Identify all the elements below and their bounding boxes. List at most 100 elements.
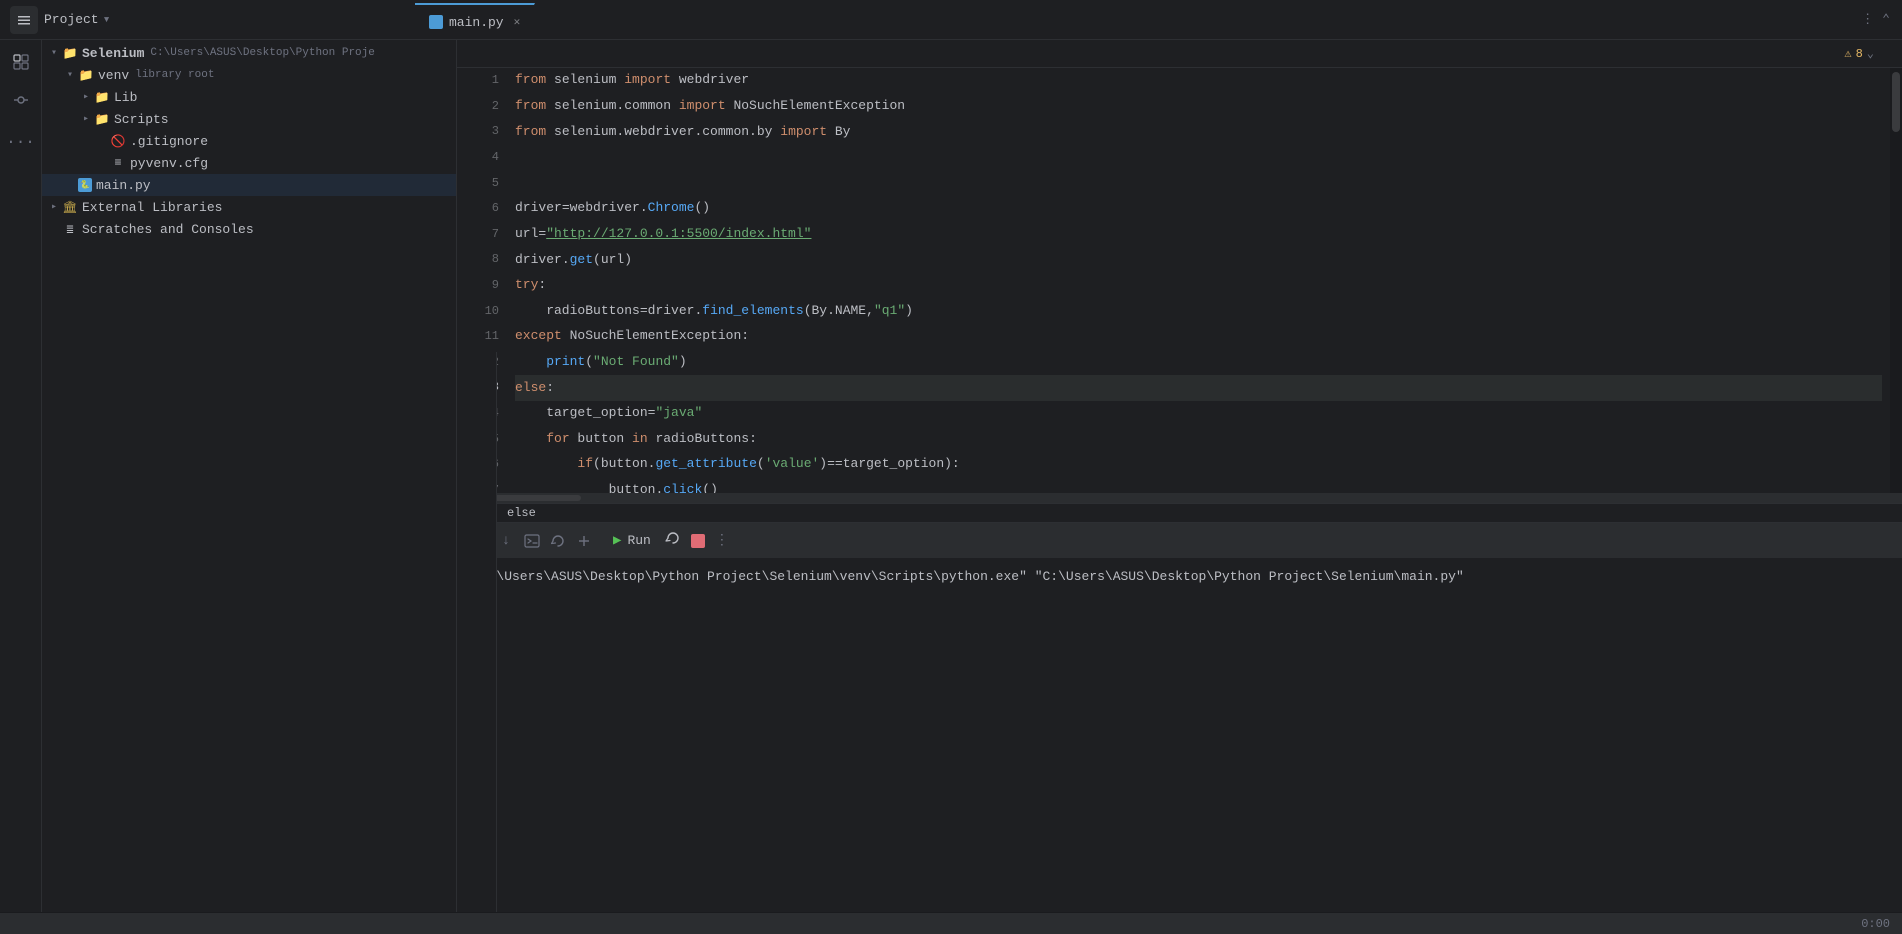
code-line-11: except NoSuchElementException: <box>515 324 1882 350</box>
editor-top-bar: ⚠ 8 ⌄ <box>457 40 1902 68</box>
left-panel-icons: ↑ ↓ ⌨ ≡ ▶ ↙ ⎙ ⚠ 🗑 <box>457 352 497 912</box>
extlibs-icon: 🏛 <box>62 199 78 215</box>
terminal-content: "C:\Users\ASUS\Desktop\Python Project\Se… <box>457 559 1902 912</box>
terminal-command-line: "C:\Users\ASUS\Desktop\Python Project\Se… <box>473 567 1886 587</box>
terminal-panel-icon-down[interactable]: ↓ <box>495 530 517 552</box>
terminal-panel-icon-terminal[interactable] <box>521 530 543 552</box>
code-line-2: from selenium.common import NoSuchElemen… <box>515 94 1882 120</box>
tree-item-pyvenv[interactable]: ≡ pyvenv.cfg <box>42 152 456 174</box>
warning-badge[interactable]: ⚠ 8 ⌄ <box>1836 44 1882 63</box>
terminal-panel-icon-rerun[interactable] <box>547 530 569 552</box>
cfg-icon: ≡ <box>110 155 126 171</box>
minimap <box>1890 68 1902 493</box>
tree-path-selenium: C:\Users\ASUS\Desktop\Python Proje <box>150 47 374 59</box>
warning-chevron[interactable]: ⌄ <box>1867 46 1874 61</box>
code-line-7: url="http://127.0.0.1:5500/index.html" <box>515 222 1882 248</box>
terminal-panel: ↑ ↓ <box>457 522 1902 912</box>
activity-bar: ··· <box>0 40 42 912</box>
line-num-10: 10 <box>465 298 499 324</box>
tree-item-extlibs[interactable]: 🏛 External Libraries <box>42 196 456 218</box>
tab-close-button[interactable]: ✕ <box>514 15 521 29</box>
more-options-icon[interactable]: ⋮ <box>1861 12 1874 27</box>
activity-project-icon[interactable] <box>3 44 39 80</box>
status-time: 0:00 <box>1861 917 1890 931</box>
code-line-9: try: <box>515 273 1882 299</box>
title-bar-left: Project ▾ <box>0 6 415 34</box>
footer-code: else <box>507 506 536 520</box>
warning-icon: ⚠ <box>1844 46 1851 61</box>
tab-main-py[interactable]: main.py ✕ <box>415 3 535 39</box>
line-num-2: 2 <box>465 94 499 120</box>
activity-more-icon[interactable]: ··· <box>3 124 39 160</box>
warning-count: 8 <box>1856 47 1863 61</box>
tree-item-scripts[interactable]: 📁 Scripts <box>42 108 456 130</box>
line-num-6: 6 <box>465 196 499 222</box>
tree-item-mainpy[interactable]: 🐍 main.py <box>42 174 456 196</box>
sidebar: 📁 Selenium C:\Users\ASUS\Desktop\Python … <box>42 40 457 912</box>
project-dropdown[interactable]: Project ▾ <box>44 12 110 27</box>
rerun-button[interactable] <box>665 530 681 551</box>
code-line-4 <box>515 145 1882 171</box>
line-num-4: 4 <box>465 145 499 171</box>
tree-item-lib[interactable]: 📁 Lib <box>42 86 456 108</box>
title-bar-actions: ⋮ ⌃ <box>1861 12 1902 27</box>
terminal-toolbar: ↑ ↓ <box>457 523 1902 559</box>
code-line-17: button.click() <box>515 478 1882 494</box>
python-icon: 🐍 <box>78 178 92 192</box>
arrow-lib <box>78 91 94 103</box>
code-line-10: radioButtons=driver.find_elements(By.NAM… <box>515 298 1882 324</box>
tree-label-scripts: Scripts <box>114 112 169 127</box>
tree-label-pyvenv: pyvenv.cfg <box>130 156 208 171</box>
tree-label-mainpy: main.py <box>96 178 151 193</box>
code-line-1: from selenium import webdriver <box>515 68 1882 94</box>
line-num-1: 1 <box>465 68 499 94</box>
tree-item-selenium[interactable]: 📁 Selenium C:\Users\ASUS\Desktop\Python … <box>42 42 456 64</box>
gitignore-icon: 🚫 <box>110 133 126 149</box>
line-num-7: 7 <box>465 222 499 248</box>
tree-item-scratches[interactable]: ≣ Scratches and Consoles <box>42 218 456 240</box>
activity-commit-icon[interactable] <box>3 82 39 118</box>
tree-item-gitignore[interactable]: 🚫 .gitignore <box>42 130 456 152</box>
code-line-5 <box>515 170 1882 196</box>
tab-label: main.py <box>449 15 504 30</box>
tabs-area: main.py ✕ <box>415 0 1861 39</box>
code-content[interactable]: from selenium import webdriver from sele… <box>507 68 1890 493</box>
tree-label-selenium: Selenium <box>82 46 144 61</box>
code-editor[interactable]: 1 2 3 4 5 6 7 8 9 10 11 12 13 14 15 16 1… <box>457 68 1902 493</box>
folder-icon-scripts: 📁 <box>94 111 110 127</box>
tree-item-venv[interactable]: 📁 venv library root <box>42 64 456 86</box>
arrow-venv <box>62 69 78 81</box>
code-line-15: for button in radioButtons: <box>515 426 1882 452</box>
folder-icon-lib: 📁 <box>94 89 110 105</box>
folder-icon-venv: 📁 <box>78 67 94 83</box>
stop-button[interactable] <box>691 534 705 548</box>
arrow-extlibs <box>46 201 62 213</box>
code-line-14: target_option="java" <box>515 401 1882 427</box>
run-label-text: Run <box>627 533 650 548</box>
code-line-16: if(button.get_attribute('value')==target… <box>515 452 1882 478</box>
bottom-bar: 0:00 <box>0 912 1902 934</box>
terminal-panel-icon-dunno[interactable] <box>573 530 595 552</box>
tree-label-gitignore: .gitignore <box>130 134 208 149</box>
code-line-3: from selenium.webdriver.common.by import… <box>515 119 1882 145</box>
run-icon: ▶ <box>613 532 621 549</box>
tree-venv-suffix: library root <box>135 69 214 81</box>
expand-icon[interactable]: ⌃ <box>1882 12 1890 27</box>
line-num-11: 11 <box>465 324 499 350</box>
menu-icon[interactable] <box>10 6 38 34</box>
scratches-icon: ≣ <box>62 221 78 237</box>
arrow-selenium <box>46 47 62 59</box>
terminal-cmd-text: "C:\Users\ASUS\Desktop\Python Project\Se… <box>473 569 1464 584</box>
tree-label-extlibs: External Libraries <box>82 200 222 215</box>
tree-label-lib: Lib <box>114 90 137 105</box>
run-tab[interactable]: ▶ Run <box>613 532 651 549</box>
line-num-3: 3 <box>465 119 499 145</box>
chevron-down-icon: ▾ <box>103 12 111 27</box>
line-num-8: 8 <box>465 247 499 273</box>
code-line-12: print("Not Found") <box>515 350 1882 376</box>
title-bar: Project ▾ main.py ✕ ⋮ ⌃ <box>0 0 1902 40</box>
python-file-icon <box>429 15 443 29</box>
folder-icon-selenium: 📁 <box>62 45 78 61</box>
horizontal-scrollbar[interactable] <box>457 493 1902 503</box>
terminal-more-options[interactable]: ⋮ <box>715 532 729 549</box>
